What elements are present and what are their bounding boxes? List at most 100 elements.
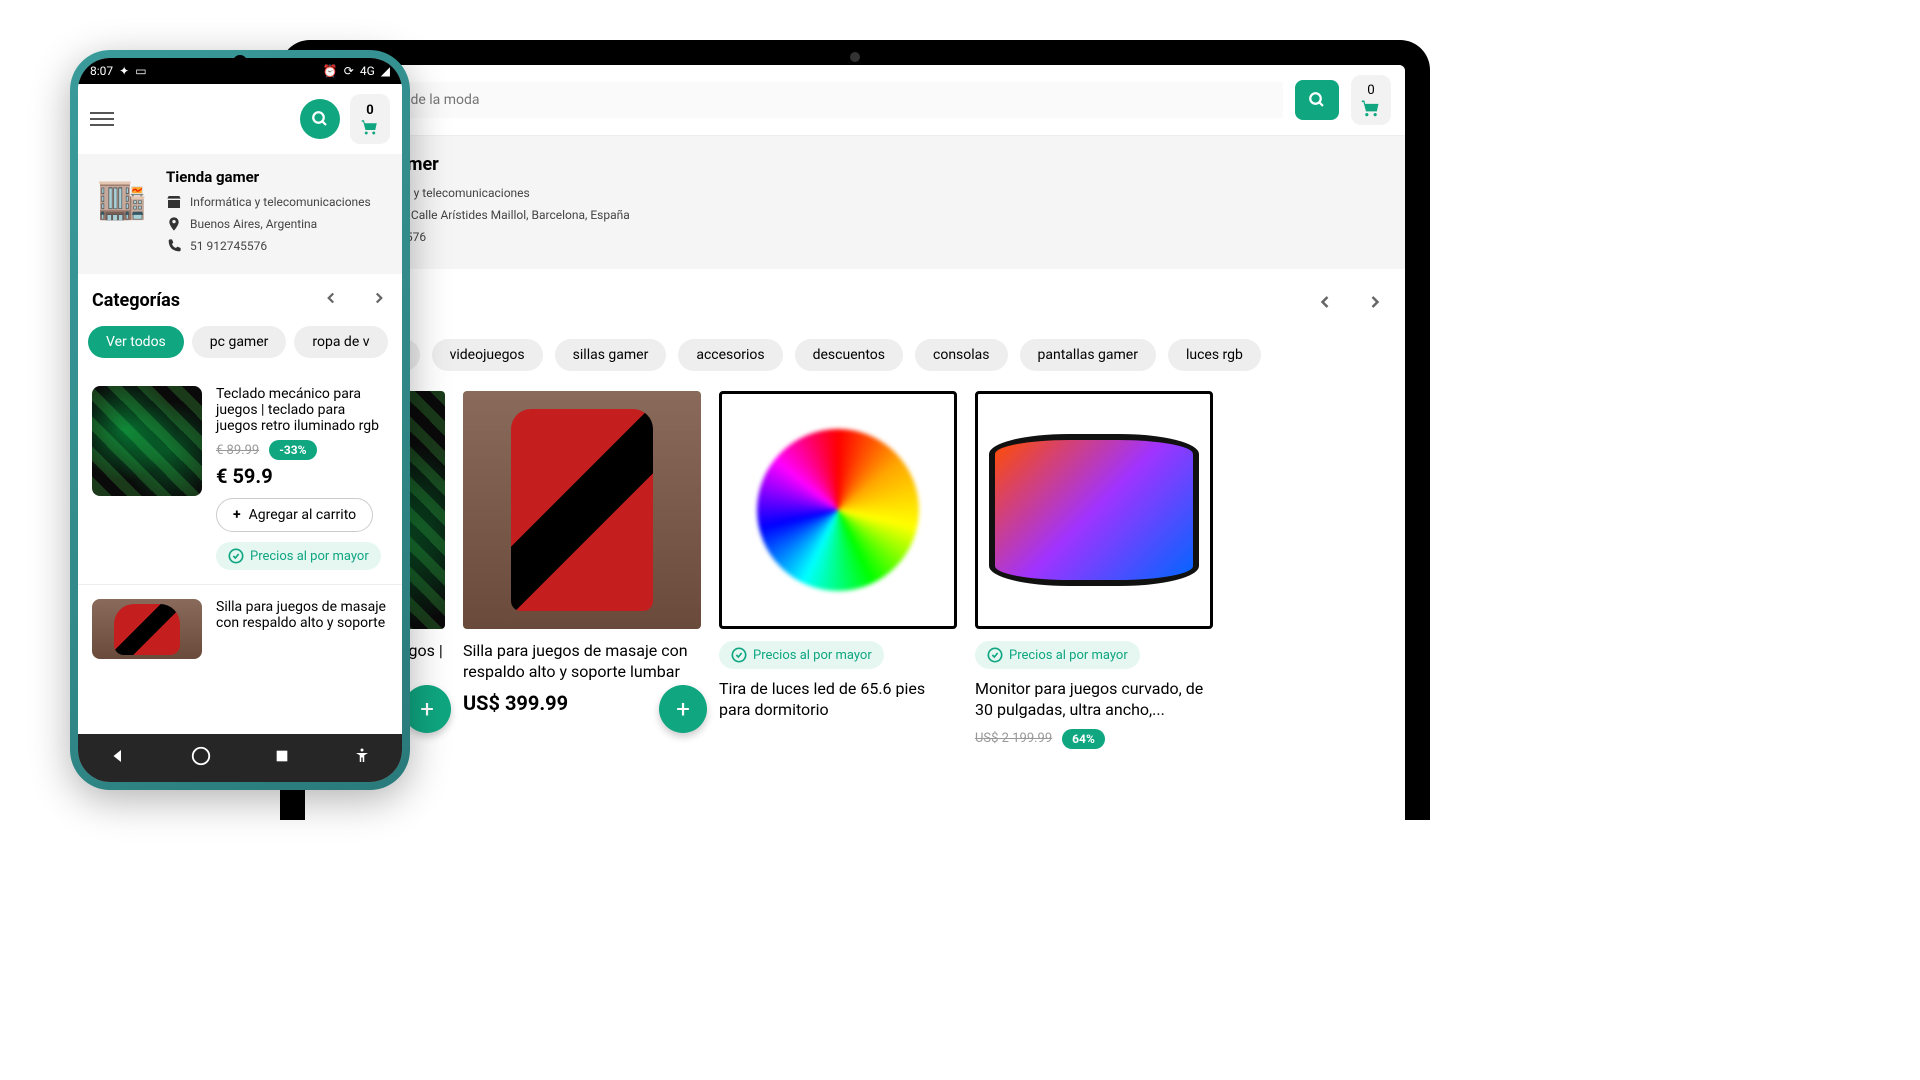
chip-videojuegos[interactable]: videojuegos [432, 339, 543, 371]
store-location-row: Buenos Aires, Argentina [166, 216, 388, 232]
plus-icon: + [233, 507, 241, 523]
app-header: 0 [78, 84, 402, 154]
back-button[interactable] [109, 747, 127, 769]
chip-sillas-gamer[interactable]: sillas gamer [555, 339, 667, 371]
accessibility-icon [353, 747, 371, 765]
store-category-row: Informática y telecomunicaciones [325, 185, 1385, 201]
product-list-item[interactable]: Silla para juegos de masaje con respaldo… [78, 585, 402, 673]
triangle-back-icon [109, 747, 127, 765]
product-grid: o mecánico para juegos | para juegos ret… [305, 391, 1405, 753]
product-image [719, 391, 957, 629]
home-button[interactable] [190, 745, 212, 771]
store-category-row: Informática y telecomunicaciones [166, 194, 388, 210]
categories-title: Categorías [92, 290, 180, 311]
product-list-item[interactable]: Teclado mecánico para juegos | teclado p… [78, 372, 402, 585]
cart-button[interactable]: 0 [350, 94, 390, 144]
accessibility-button[interactable] [353, 747, 371, 769]
price-row: US$ 2 199.99 64% [975, 729, 1213, 749]
old-price: US$ 2 199.99 [975, 731, 1052, 746]
status-time: 8:07 [90, 64, 113, 78]
chip-descuentos[interactable]: descuentos [795, 339, 903, 371]
cart-count: 0 [366, 103, 373, 118]
product-title: Silla para juegos de masaje con respaldo… [216, 599, 388, 631]
store-logo: 🏬 [92, 168, 152, 228]
wholesale-badge: Precios al por mayor [216, 542, 381, 570]
next-button[interactable] [370, 288, 388, 312]
chip-pc-gamer[interactable]: pc gamer [192, 326, 287, 358]
categories-nav [1315, 292, 1385, 317]
store-info-panel: 🏬 Tienda gamer Informática y telecomunic… [78, 154, 402, 274]
store-address-row: Camp Nou, Calle Arístides Maillol, Barce… [325, 207, 1385, 223]
prev-button[interactable] [322, 288, 340, 312]
wholesale-label: Precios al por mayor [1009, 648, 1128, 663]
desktop-header: 0 [305, 65, 1405, 136]
sync-icon: ⟳ [344, 64, 354, 78]
phone-frame: 8:07 ✦ ▭ ⏰ ⟳ 4G ◢ 0 [70, 50, 410, 790]
product-card[interactable]: Precios al por mayor Monitor para juegos… [975, 391, 1213, 753]
chip-consolas[interactable]: consolas [915, 339, 1008, 371]
product-title: Teclado mecánico para juegos | teclado p… [216, 386, 388, 434]
cart-button[interactable]: 0 [1351, 75, 1391, 125]
search-button[interactable] [300, 99, 340, 139]
chip-accesorios[interactable]: accesorios [678, 339, 782, 371]
wholesale-badge: Precios al por mayor [975, 641, 1140, 669]
chevron-right-icon [370, 289, 388, 307]
categories-nav [322, 288, 388, 312]
product-card[interactable]: Silla para juegos de masaje con respaldo… [463, 391, 701, 753]
phone-camera [233, 55, 247, 69]
price-row: € 89.99 -33% [216, 440, 388, 460]
square-recents-icon [274, 748, 290, 764]
phone-screen: 8:07 ✦ ▭ ⏰ ⟳ 4G ◢ 0 [78, 58, 402, 782]
chevron-right-icon [1365, 292, 1385, 312]
chip-luces-rgb[interactable]: luces rgb [1168, 339, 1261, 371]
product-image [92, 599, 202, 659]
network-label: 4G [360, 64, 375, 78]
laptop-frame: 0 Tienda Gamer Informática y telecomunic… [280, 40, 1430, 820]
store-info-panel: Tienda Gamer Informática y telecomunicac… [305, 136, 1405, 269]
product-title: Tira de luces led de 65.6 pies para dorm… [719, 679, 957, 721]
category-chips: pc gamer videojuegos sillas gamer acceso… [305, 339, 1405, 391]
add-label: Agregar al carrito [249, 507, 356, 523]
store-phone-row: 51 912745576 [166, 238, 388, 254]
store-name: Tienda gamer [166, 168, 388, 186]
accessibility-icon: ✦ [119, 64, 129, 78]
product-image [463, 391, 701, 629]
add-to-cart-button[interactable]: + Agregar al carrito [216, 498, 373, 532]
store-location: Buenos Aires, Argentina [190, 217, 317, 231]
recents-button[interactable] [274, 748, 290, 768]
cart-icon [361, 118, 379, 136]
search-button[interactable] [1295, 80, 1339, 120]
store-category: Informática y telecomunicaciones [190, 195, 371, 209]
product-title: Monitor para juegos curvado, de 30 pulga… [975, 679, 1213, 721]
wholesale-badge: Precios al por mayor [719, 641, 884, 669]
cart-icon [1361, 98, 1381, 118]
next-button[interactable] [1365, 292, 1385, 317]
discount-badge: -33% [269, 440, 316, 460]
android-nav-bar [78, 734, 402, 782]
add-button[interactable]: + [403, 685, 451, 733]
circle-home-icon [190, 745, 212, 767]
category-chips: Ver todos pc gamer ropa de v [78, 326, 402, 372]
prev-button[interactable] [1315, 292, 1335, 317]
check-circle-icon [987, 647, 1003, 663]
phone-icon [166, 238, 182, 254]
chip-ver-todos[interactable]: Ver todos [88, 326, 184, 358]
store-name: Tienda Gamer [325, 154, 1385, 175]
product-image [975, 391, 1213, 629]
menu-button[interactable] [90, 112, 114, 126]
product-price: € 59.9 [216, 464, 388, 488]
chip-pantallas-gamer[interactable]: pantallas gamer [1020, 339, 1156, 371]
signal-icon: ◢ [381, 64, 390, 78]
wholesale-label: Precios al por mayor [250, 549, 369, 564]
add-button[interactable]: + [659, 685, 707, 733]
product-card[interactable]: Precios al por mayor Tira de luces led d… [719, 391, 957, 753]
check-circle-icon [228, 548, 244, 564]
categories-header: rías [305, 269, 1405, 339]
search-input[interactable] [319, 82, 1283, 118]
store-phone: 51 912745576 [190, 239, 267, 253]
old-price: € 89.99 [216, 443, 259, 458]
chip-ropa[interactable]: ropa de v [294, 326, 387, 358]
chevron-left-icon [322, 289, 340, 307]
check-circle-icon [731, 647, 747, 663]
location-icon [166, 216, 182, 232]
